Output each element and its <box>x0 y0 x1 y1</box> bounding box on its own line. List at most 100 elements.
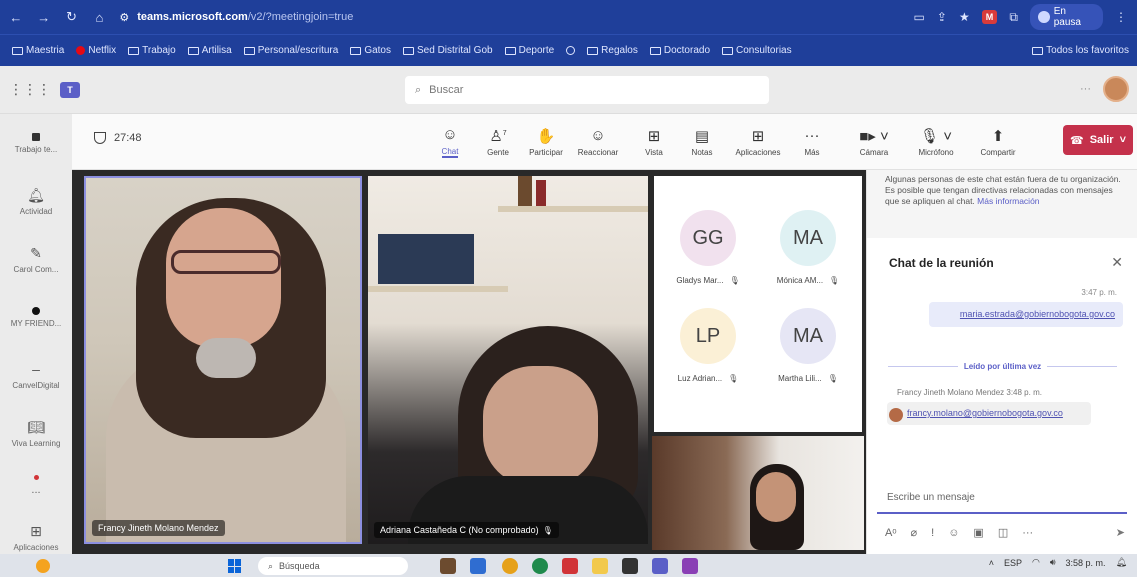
taskbar-app-icon[interactable] <box>502 558 518 574</box>
rail-item-actividad[interactable]: 🔔︎ Actividad <box>0 172 72 230</box>
attach-icon[interactable]: ⌀ <box>911 526 918 539</box>
send-icon[interactable]: ➤ <box>1116 526 1125 539</box>
notes-button[interactable]: ▤ Notas <box>680 120 724 164</box>
camera-button[interactable]: ■▸ ˅ Cámara <box>852 120 896 164</box>
message-compose-input[interactable]: Escribe un mensaje <box>877 484 1127 514</box>
bookmark-item[interactable]: Gatos <box>350 45 391 56</box>
back-icon[interactable]: ← <box>4 10 28 25</box>
taskbar-search-input[interactable]: ⌕ Búsqueda <box>258 557 408 575</box>
microphone-button[interactable]: 🎙︎ ˅ Micrófono <box>914 120 958 164</box>
format-icon[interactable]: Aᵒ <box>885 527 897 539</box>
gif-icon[interactable]: ▣ <box>973 526 983 539</box>
bookmark-item[interactable]: Regalos <box>587 45 638 56</box>
rail-item-more[interactable]: ... <box>0 462 72 508</box>
bookmark-item[interactable]: Deporte <box>504 45 554 56</box>
share-page-icon[interactable]: ⇪ <box>937 10 947 24</box>
bookmark-item[interactable]: Personal/escritura <box>243 45 338 56</box>
profile-avatar-icon <box>1037 11 1050 23</box>
reload-icon[interactable]: ↻ <box>60 9 84 25</box>
bookmark-item[interactable]: Trabajo <box>128 45 176 56</box>
sticker-icon[interactable]: ◫ <box>998 526 1008 539</box>
taskbar-app-icon[interactable] <box>562 558 578 574</box>
book-icon: 📖︎ <box>27 418 45 435</box>
rail-item-viva-learning[interactable]: 📖︎ Viva Learning <box>0 404 72 462</box>
chevron-down-icon: ˅ <box>1119 134 1126 146</box>
app-launcher-icon[interactable]: ⋮⋮⋮ <box>0 81 60 98</box>
self-video-tile[interactable] <box>652 436 864 550</box>
home-icon[interactable]: ⌂ <box>87 10 111 25</box>
chat-title: Chat de la reunión <box>889 256 994 270</box>
view-button[interactable]: ⊞ Vista <box>632 120 676 164</box>
profile-button[interactable]: En pausa <box>1029 4 1104 30</box>
chat-button[interactable]: ☺ Chat <box>428 120 472 164</box>
notification-bell-icon[interactable]: 🔔︎ <box>1116 557 1127 568</box>
taskbar-app-icon[interactable] <box>470 558 486 574</box>
all-bookmarks[interactable]: Todos los favoritos <box>1032 45 1137 56</box>
more-options-icon[interactable]: ··· <box>1080 83 1091 95</box>
more-button[interactable]: ··· Más <box>790 120 834 164</box>
volume-icon[interactable]: 🔊︎ <box>1050 557 1056 568</box>
avatar <box>889 408 903 422</box>
bookmark-item[interactable] <box>566 46 576 55</box>
folder-icon[interactable] <box>592 558 608 574</box>
more-icon[interactable]: ··· <box>1022 527 1033 539</box>
mic-off-icon: 🎙︎ <box>827 374 838 383</box>
bookmark-item[interactable]: Artilisa <box>187 45 232 56</box>
site-info-icon[interactable]: ⚙ <box>119 11 129 24</box>
bookmark-item[interactable]: Sed Distrital Gob <box>403 45 493 56</box>
rail-item-carol[interactable]: ✎ Carol Com... <box>0 230 72 288</box>
bookmark-item[interactable]: Doctorado <box>649 45 710 56</box>
chrome-icon[interactable] <box>532 558 548 574</box>
lang-indicator[interactable]: ESP <box>1004 558 1022 568</box>
leave-button[interactable]: ☎ Salir ˅ <box>1063 125 1133 155</box>
participant-martha[interactable]: MA Martha Lili... 🎙︎ <box>760 308 856 383</box>
bookmark-star-icon[interactable]: ★ <box>959 10 970 24</box>
dot-icon <box>32 306 40 315</box>
bookmark-item[interactable]: Maestria <box>12 45 64 56</box>
chat-message-sent[interactable]: maria.estrada@gobiernobogota.gov.co <box>929 302 1123 327</box>
more-info-link[interactable]: Más información <box>977 196 1039 206</box>
address-bar[interactable]: ⚙ teams.microsoft.com /v2/?meetingjoin=t… <box>119 6 913 28</box>
close-icon[interactable]: ✕ <box>1111 254 1123 271</box>
share-icon: ⬆ <box>991 128 1005 145</box>
extension-m-icon[interactable]: M <box>981 10 998 24</box>
extensions-puzzle-icon[interactable]: ⧉ <box>1009 10 1018 25</box>
emoji-icon[interactable]: ☺ <box>948 527 959 539</box>
important-icon[interactable]: ! <box>931 527 934 539</box>
search-input[interactable]: ⌕ Buscar <box>405 76 769 104</box>
participant-luz[interactable]: LP Luz Adrian... 🎙︎ <box>660 308 756 383</box>
share-button[interactable]: ⬆ Compartir <box>976 120 1020 164</box>
more-icon: ··· <box>804 127 820 144</box>
people-button[interactable]: ♙7 Gente <box>476 120 520 164</box>
browser-menu-icon[interactable]: ⋮ <box>1115 10 1127 24</box>
weather-icon[interactable] <box>36 558 50 573</box>
avatar[interactable] <box>1103 76 1129 102</box>
taskbar-app-icon[interactable] <box>622 558 638 574</box>
forward-icon[interactable]: → <box>32 10 56 25</box>
clock[interactable]: 3:58 p. m. <box>1066 558 1106 568</box>
teams-icon[interactable] <box>652 558 668 574</box>
chevron-up-icon[interactable]: ˄ <box>989 558 994 568</box>
start-button[interactable] <box>228 559 242 573</box>
rail-item-canvel[interactable]: – CanvelDigital <box>0 346 72 404</box>
video-tile-adriana[interactable]: Adriana Castañeda C (No comprobado) 🎙︎ <box>368 176 648 544</box>
participant-gladys[interactable]: GG Gladys Mar... 🎙︎ <box>660 210 756 285</box>
meeting-toolbar: 27:48 ☺ Chat ♙7 Gente ✋ Participar ☺ Reaccio… <box>72 114 1137 170</box>
compose-toolbar: Aᵒ ⌀ ! ☺ ▣ ◫ ··· ➤ <box>885 526 1133 540</box>
folder-icon <box>187 46 199 55</box>
bookmark-item[interactable]: Consultorias <box>722 45 792 56</box>
wifi-icon[interactable]: ◠ <box>1032 557 1040 568</box>
cast-icon[interactable]: ▭ <box>914 10 925 24</box>
rail-item-my-friend[interactable]: MY FRIEND... <box>0 288 72 346</box>
taskbar-app-icon[interactable] <box>682 558 698 574</box>
taskbar-app-icon[interactable] <box>440 558 456 574</box>
raise-hand-button[interactable]: ✋ Participar <box>524 120 568 164</box>
bookmark-item[interactable]: Netflix <box>76 45 116 56</box>
react-button[interactable]: ☺ Reaccionar <box>576 120 620 164</box>
header-right: ··· <box>1080 76 1129 102</box>
chat-message-received[interactable]: francy.molano@gobiernobogota.gov.co <box>887 402 1091 425</box>
rail-item-trabajo[interactable]: Trabajo te... <box>0 114 72 172</box>
participant-monica[interactable]: MA Mónica AM... 🎙︎ <box>760 210 856 285</box>
apps-button[interactable]: ⊞ Aplicaciones <box>736 120 781 164</box>
video-tile-francy[interactable]: Francy Jineth Molano Mendez <box>84 176 362 544</box>
